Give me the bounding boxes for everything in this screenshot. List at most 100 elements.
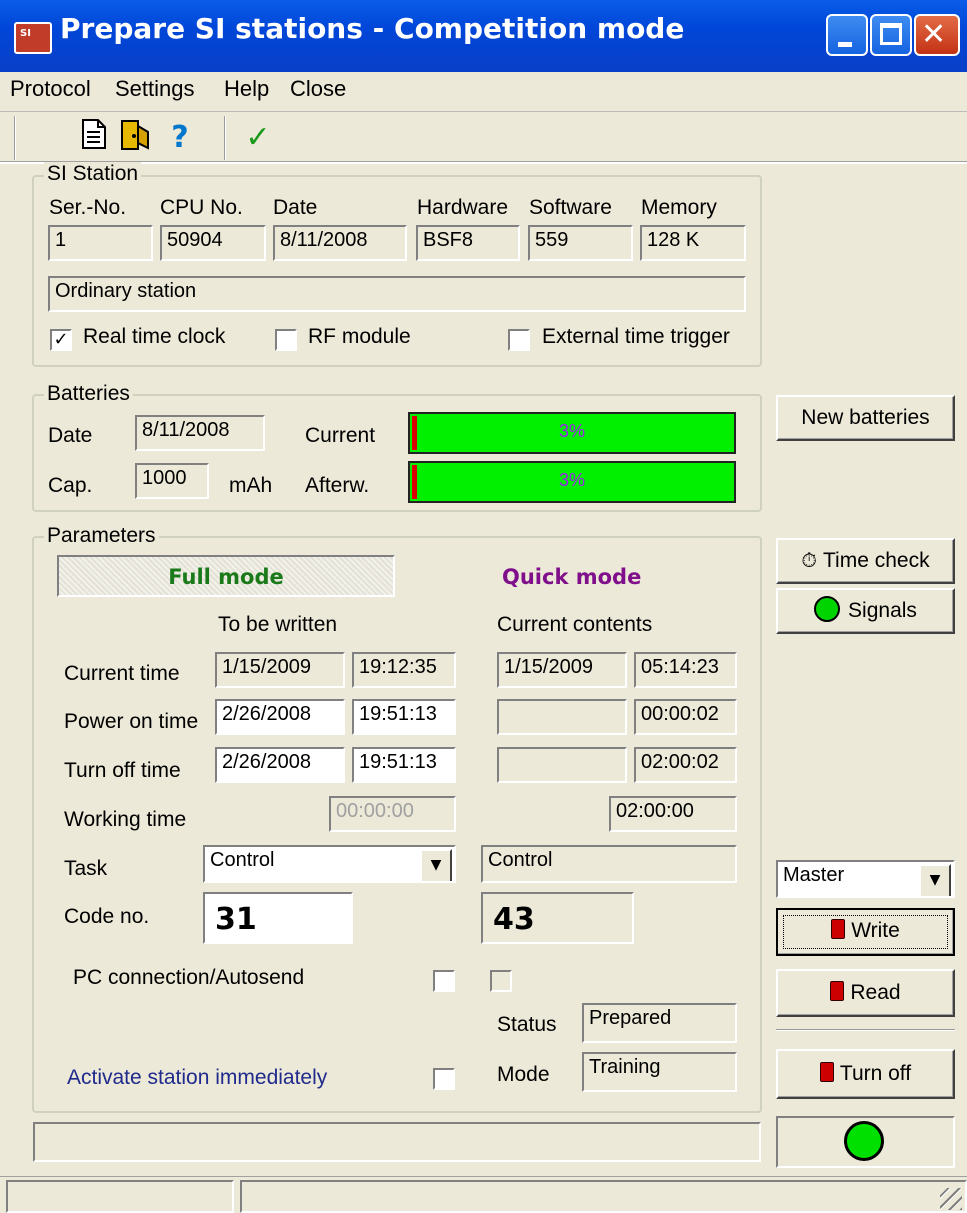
menu-settings[interactable]: Settings (115, 76, 195, 102)
afterwards-battery-bar: 3% (408, 461, 736, 503)
parameters-legend: Parameters (44, 524, 159, 548)
afterwards-label: Afterw. (305, 474, 370, 497)
read-label: Read (850, 981, 901, 1004)
quick-mode-tab[interactable]: Quick mode (502, 565, 641, 589)
mode-label: Mode (497, 1063, 550, 1086)
date-header: Date (273, 196, 318, 219)
task-current-field: Control (481, 845, 737, 883)
red-led-icon (830, 981, 845, 1001)
minimize-button[interactable] (826, 14, 868, 56)
status-bar-pane (240, 1180, 967, 1213)
cpu-header: CPU No. (160, 196, 243, 219)
chevron-down-icon[interactable]: ▼ (420, 849, 452, 881)
serno-header: Ser.-No. (49, 196, 127, 219)
real-time-clock-label: Real time clock (83, 325, 226, 348)
current-time-time-write: 19:12:35 (352, 652, 456, 688)
station-type-field: Ordinary station (48, 276, 746, 312)
external-time-trigger-label: External time trigger (542, 325, 730, 348)
pc-connection-checkbox[interactable] (433, 970, 455, 992)
turn-off-time-current: 02:00:02 (634, 747, 737, 783)
chevron-down-icon[interactable]: ▼ (919, 864, 951, 896)
status-light-icon (844, 1121, 884, 1161)
turn-off-time-input[interactable]: 19:51:13 (352, 747, 456, 783)
activate-station-label[interactable]: Activate station immediately (67, 1066, 327, 1090)
menu-close[interactable]: Close (290, 76, 346, 102)
checkmark-icon[interactable]: ✓ (238, 118, 278, 158)
status-field: Prepared (582, 1003, 737, 1043)
battery-date-field: 8/11/2008 (135, 415, 265, 451)
exit-door-icon[interactable] (116, 118, 156, 158)
batteries-legend: Batteries (44, 382, 133, 406)
message-panel (33, 1122, 761, 1162)
software-header: Software (529, 196, 612, 219)
current-time-time-current: 05:14:23 (634, 652, 737, 688)
turn-off-date-input[interactable]: 2/26/2008 (215, 747, 345, 783)
write-button[interactable]: Write (776, 908, 955, 956)
working-time-label: Working time (64, 808, 187, 831)
current-battery-bar: 3% (408, 412, 736, 454)
task-label: Task (64, 857, 108, 880)
mode-field: Training (582, 1052, 737, 1092)
si-station-legend: SI Station (44, 162, 142, 186)
serno-field: 1 (48, 225, 153, 261)
to-be-written-header: To be written (218, 613, 338, 636)
turn-off-button[interactable]: Turn off (776, 1049, 955, 1099)
code-no-input[interactable]: 31 (203, 892, 353, 944)
resize-grip[interactable] (940, 1188, 962, 1210)
code-no-label: Code no. (64, 905, 150, 928)
power-on-time-input[interactable]: 19:51:13 (352, 699, 456, 735)
red-led-icon (819, 1062, 834, 1082)
current-time-date-current: 1/15/2009 (497, 652, 627, 688)
full-mode-tab[interactable]: Full mode (57, 555, 395, 597)
memory-header: Memory (641, 196, 717, 219)
rf-module-checkbox[interactable] (275, 329, 297, 351)
stopwatch-icon: ⏱ (801, 548, 817, 572)
current-time-label: Current time (64, 662, 180, 685)
help-icon[interactable]: ? (160, 118, 200, 158)
hardware-field: BSF8 (416, 225, 520, 261)
maximize-button[interactable] (870, 14, 912, 56)
toolbar-separator (224, 116, 226, 160)
afterwards-battery-percent: 3% (558, 470, 585, 490)
new-batteries-button[interactable]: New batteries (776, 395, 955, 441)
read-button[interactable]: Read (776, 969, 955, 1017)
signals-button[interactable]: Signals (776, 588, 955, 634)
capacity-unit: mAh (229, 474, 273, 497)
current-contents-header: Current contents (497, 613, 653, 636)
working-time-input: 00:00:00 (329, 796, 456, 832)
toolbar-separator (14, 116, 16, 160)
close-button[interactable]: ✕ (914, 14, 960, 56)
power-on-date-input[interactable]: 2/26/2008 (215, 699, 345, 735)
capacity-field: 1000 (135, 463, 209, 499)
task-select-value: Control (210, 849, 275, 871)
window-title: Prepare SI stations - Competition mode (60, 12, 685, 45)
turn-off-date-current (497, 747, 627, 783)
side-divider (776, 1029, 955, 1031)
activate-station-checkbox[interactable] (433, 1068, 455, 1090)
task-select[interactable]: Control ▼ (203, 845, 456, 883)
code-no-current: 43 (481, 892, 634, 944)
status-indicator-panel (776, 1116, 955, 1168)
menu-help[interactable]: Help (224, 76, 269, 102)
memory-field: 128 K (640, 225, 746, 261)
external-time-trigger-checkbox[interactable] (508, 329, 530, 351)
cpu-field: 50904 (160, 225, 266, 261)
time-check-button[interactable]: ⏱ Time check (776, 538, 955, 584)
pc-connection-current-checkbox (490, 970, 512, 992)
status-bar-pane (6, 1180, 234, 1213)
menu-protocol[interactable]: Protocol (10, 76, 91, 102)
capacity-label: Cap. (48, 474, 93, 497)
master-select-value: Master (783, 864, 845, 886)
time-check-label: Time check (823, 549, 930, 572)
app-icon: SI (14, 22, 52, 54)
real-time-clock-checkbox[interactable]: ✓ (50, 329, 72, 351)
current-battery-percent: 3% (558, 421, 585, 441)
software-field: 559 (528, 225, 633, 261)
date-field: 8/11/2008 (273, 225, 407, 261)
battery-date-label: Date (48, 424, 93, 447)
rf-module-label: RF module (308, 325, 411, 348)
power-on-date-current (497, 699, 627, 735)
master-select[interactable]: Master ▼ (776, 860, 955, 898)
document-icon[interactable] (74, 118, 114, 158)
turn-off-label: Turn off (839, 1062, 912, 1085)
